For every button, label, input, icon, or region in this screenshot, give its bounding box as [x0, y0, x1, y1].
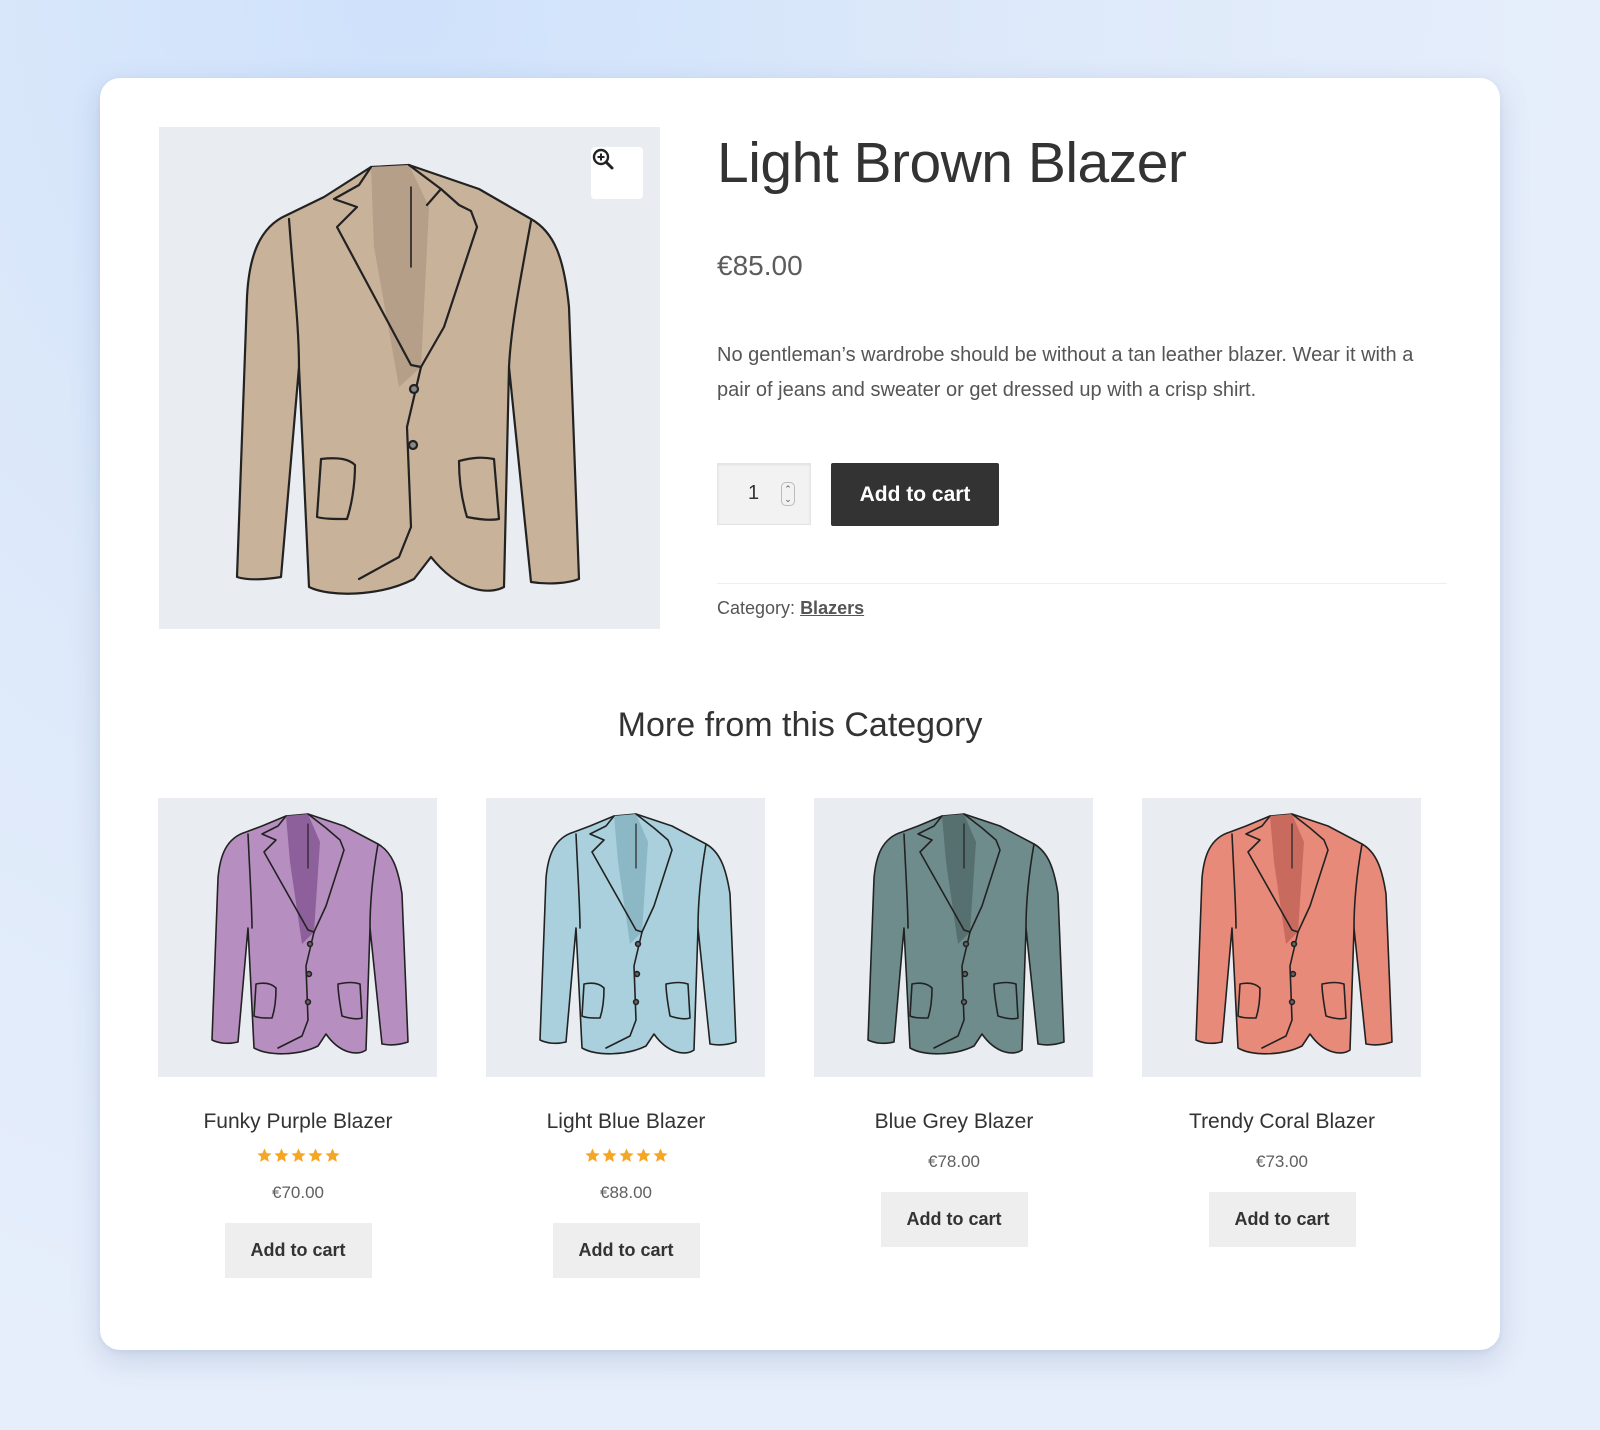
- product-main-image[interactable]: [159, 127, 660, 629]
- star-icon: [601, 1148, 617, 1162]
- add-to-cart-button[interactable]: Add to cart: [831, 463, 999, 526]
- star-rating: [158, 1147, 438, 1169]
- star-icon: [618, 1148, 634, 1162]
- category-link[interactable]: Blazers: [800, 598, 864, 618]
- product-thumbnail[interactable]: [158, 798, 437, 1077]
- product-name[interactable]: Trendy Coral Blazer: [1142, 1110, 1422, 1134]
- zoom-button[interactable]: [591, 147, 643, 199]
- add-to-cart-button[interactable]: Add to cart: [552, 1223, 700, 1278]
- product-name[interactable]: Blue Grey Blazer: [814, 1110, 1094, 1134]
- blazer-illustration: [235, 163, 581, 595]
- product-card: Light Brown Blazer €85.00 No gentleman’s…: [100, 78, 1500, 1350]
- product-name[interactable]: Light Blue Blazer: [486, 1110, 766, 1134]
- quantity-stepper[interactable]: 1 ⌃ ⌄: [717, 463, 811, 525]
- star-icon: [307, 1148, 323, 1162]
- quantity-value[interactable]: 1: [748, 482, 759, 505]
- product-price: €88.00: [600, 1183, 652, 1202]
- product-thumbnail[interactable]: [814, 798, 1093, 1077]
- star-icon: [635, 1148, 651, 1162]
- product-price: €70.00: [272, 1183, 324, 1202]
- star-icon: [652, 1148, 668, 1162]
- divider: [717, 583, 1447, 584]
- product-thumbnail[interactable]: [1142, 798, 1421, 1077]
- blazer-illustration: [867, 813, 1065, 1055]
- star-icon: [273, 1148, 289, 1162]
- star-icon: [256, 1148, 272, 1162]
- blazer-illustration: [1195, 813, 1393, 1055]
- zoom-in-icon: [592, 148, 614, 170]
- blazer-illustration: [539, 813, 737, 1055]
- related-product-card: Blue Grey Blazer €78.00 Add to cart: [814, 798, 1094, 1247]
- product-name[interactable]: Funky Purple Blazer: [158, 1110, 438, 1134]
- product-thumbnail[interactable]: [486, 798, 765, 1077]
- product-category: Category: Blazers: [717, 598, 864, 619]
- star-rating: [486, 1147, 766, 1169]
- star-icon: [324, 1148, 340, 1162]
- star-icon: [290, 1148, 306, 1162]
- add-to-cart-button[interactable]: Add to cart: [1208, 1192, 1356, 1247]
- add-to-cart-button[interactable]: Add to cart: [224, 1223, 372, 1278]
- product-price: €85.00: [717, 250, 803, 281]
- category-label: Category:: [717, 598, 796, 618]
- star-icon: [584, 1148, 600, 1162]
- related-heading: More from this Category: [617, 706, 983, 744]
- product-description: No gentleman’s wardrobe should be withou…: [717, 344, 1414, 401]
- product-price: €78.00: [928, 1152, 980, 1171]
- add-to-cart-button[interactable]: Add to cart: [880, 1192, 1028, 1247]
- quantity-spin-icon[interactable]: ⌃ ⌄: [781, 482, 795, 506]
- product-title: Light Brown Blazer: [717, 131, 1187, 195]
- product-price: €73.00: [1256, 1152, 1308, 1171]
- related-product-card: Funky Purple Blazer €70.00 Add to cart: [158, 798, 438, 1278]
- related-product-card: Light Blue Blazer €88.00 Add to cart: [486, 798, 766, 1278]
- related-product-card: Trendy Coral Blazer €73.00 Add to cart: [1142, 798, 1422, 1247]
- blazer-illustration: [211, 813, 409, 1055]
